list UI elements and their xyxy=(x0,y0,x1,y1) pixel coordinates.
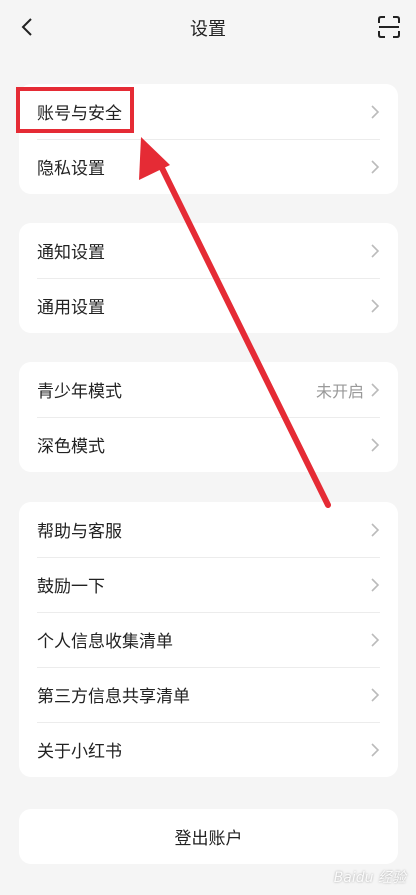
settings-group-about: 帮助与客服 鼓励一下 个人信息收集清单 第三方信息共享清单 关于小红书 xyxy=(19,502,398,777)
settings-group-modes: 青少年模式 未开启 深色模式 xyxy=(19,362,398,472)
chevron-right-icon xyxy=(371,382,380,397)
settings-item-general[interactable]: 通用设置 xyxy=(19,278,398,333)
back-button[interactable] xyxy=(14,14,40,40)
chevron-right-icon xyxy=(371,437,380,452)
settings-item-label: 第三方信息共享清单 xyxy=(37,687,190,707)
settings-item-label: 通用设置 xyxy=(37,298,105,318)
settings-item-encourage[interactable]: 鼓励一下 xyxy=(19,557,398,612)
chevron-right-icon xyxy=(371,577,380,592)
chevron-right-icon xyxy=(371,742,380,757)
baidu-watermark: Baidu 经验 xyxy=(333,870,406,886)
chevron-right-icon xyxy=(371,104,380,119)
logout-button[interactable]: 登出账户 xyxy=(19,809,398,864)
settings-item-label: 通知设置 xyxy=(37,243,105,263)
top-bar: 设置 xyxy=(0,0,416,56)
settings-item-label: 帮助与客服 xyxy=(37,522,122,542)
settings-item-label: 隐私设置 xyxy=(37,159,105,179)
settings-item-dark-mode[interactable]: 深色模式 xyxy=(19,417,398,472)
settings-item-label: 青少年模式 xyxy=(37,382,122,402)
scan-button[interactable] xyxy=(376,14,402,40)
chevron-left-icon xyxy=(21,18,32,36)
settings-item-label: 深色模式 xyxy=(37,437,105,457)
chevron-right-icon xyxy=(371,687,380,702)
settings-item-notifications[interactable]: 通知设置 xyxy=(19,223,398,278)
teen-mode-status: 未开启 xyxy=(315,381,364,401)
settings-group-general: 通知设置 通用设置 xyxy=(19,223,398,333)
settings-item-label: 个人信息收集清单 xyxy=(37,632,173,652)
chevron-right-icon xyxy=(371,159,380,174)
chevron-right-icon xyxy=(371,243,380,258)
chevron-right-icon xyxy=(371,298,380,313)
scan-icon xyxy=(378,16,400,38)
settings-item-third-party-list[interactable]: 第三方信息共享清单 xyxy=(19,667,398,722)
settings-item-help[interactable]: 帮助与客服 xyxy=(19,502,398,557)
settings-item-label: 鼓励一下 xyxy=(37,577,105,597)
settings-item-label: 账号与安全 xyxy=(37,104,122,124)
settings-item-account-security[interactable]: 账号与安全 xyxy=(19,84,398,139)
settings-item-personal-info-list[interactable]: 个人信息收集清单 xyxy=(19,612,398,667)
page-title: 设置 xyxy=(190,19,226,40)
settings-item-privacy[interactable]: 隐私设置 xyxy=(19,139,398,194)
chevron-right-icon xyxy=(371,632,380,647)
settings-item-teen-mode[interactable]: 青少年模式 未开启 xyxy=(19,362,398,417)
settings-item-about[interactable]: 关于小红书 xyxy=(19,722,398,777)
chevron-right-icon xyxy=(371,522,380,537)
settings-group-account: 账号与安全 隐私设置 xyxy=(19,84,398,194)
settings-item-label: 关于小红书 xyxy=(37,742,122,762)
logout-card: 登出账户 xyxy=(19,809,398,864)
